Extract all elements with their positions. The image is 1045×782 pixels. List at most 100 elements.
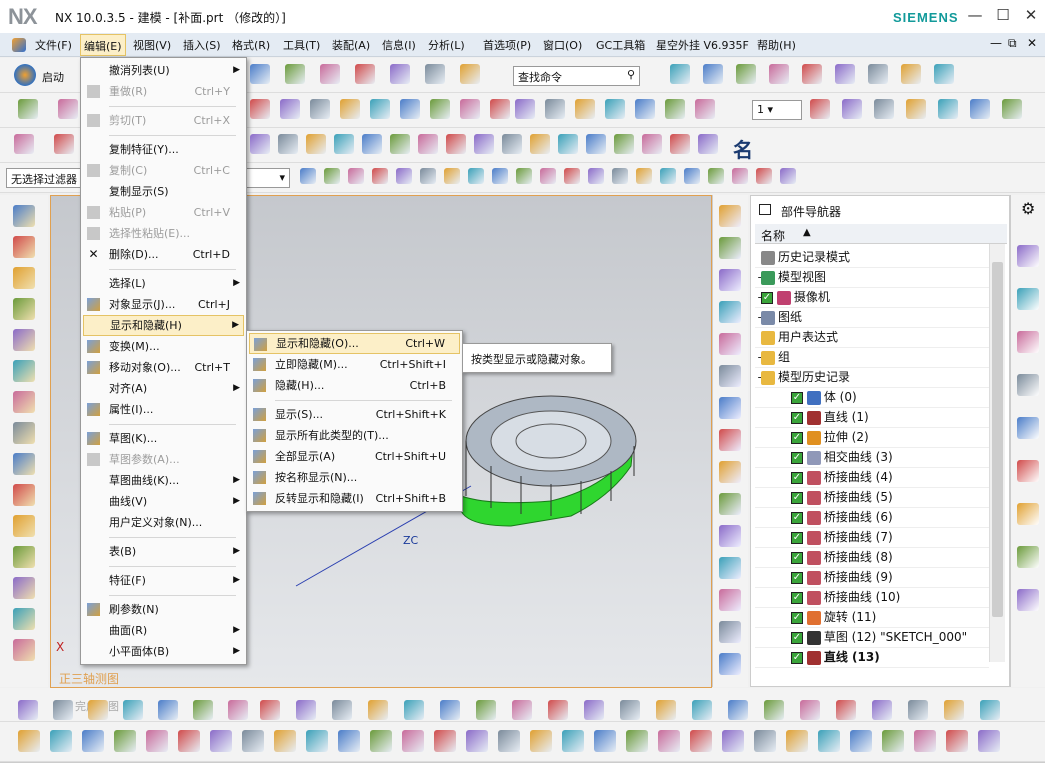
toolbar-tool-icon[interactable] bbox=[250, 99, 270, 119]
toolbar-tool-icon[interactable] bbox=[306, 134, 326, 154]
toolbar-tool-icon[interactable] bbox=[460, 64, 480, 84]
menu-item[interactable]: 表(B)▶ bbox=[83, 541, 244, 562]
tree-node[interactable]: ✓ 直线 (1) bbox=[755, 408, 989, 428]
toolbar-tool-icon[interactable] bbox=[515, 99, 535, 119]
toolbar-tool-icon[interactable] bbox=[872, 700, 892, 720]
resource-tool-icon[interactable] bbox=[13, 329, 35, 351]
toolbar-tool-icon[interactable] bbox=[300, 168, 316, 184]
menu-item[interactable]: 小平面体(B)▶ bbox=[83, 641, 244, 662]
command-finder-input[interactable]: 查找命令⚲ bbox=[513, 66, 640, 86]
toolbar-tool-icon[interactable] bbox=[82, 730, 104, 752]
toolbar-tool-icon[interactable] bbox=[708, 168, 724, 184]
toolbar-tool-icon[interactable] bbox=[944, 700, 964, 720]
toolbar-tool-icon[interactable] bbox=[670, 64, 690, 84]
resource-tool-icon[interactable] bbox=[13, 360, 35, 382]
tree-node[interactable]: ✓ 直线 (13) bbox=[755, 648, 989, 668]
toolbar-tool-icon[interactable] bbox=[882, 730, 904, 752]
toolbar-tool-icon[interactable] bbox=[722, 730, 744, 752]
toolbar-tool-icon[interactable] bbox=[158, 700, 178, 720]
toolbar-tool-icon[interactable] bbox=[698, 134, 718, 154]
toolbar-tool-icon[interactable] bbox=[490, 99, 510, 119]
toolbar-tool-icon[interactable] bbox=[692, 700, 712, 720]
toolbar-tool-icon[interactable] bbox=[934, 64, 954, 84]
view-tool-icon[interactable] bbox=[719, 653, 741, 675]
resource-tab-icon[interactable] bbox=[1017, 589, 1039, 611]
menu-11[interactable]: GC工具箱 bbox=[596, 37, 645, 53]
scope-select[interactable]: ▾ bbox=[246, 168, 290, 188]
resource-tool-icon[interactable] bbox=[13, 515, 35, 537]
view-tool-icon[interactable] bbox=[719, 493, 741, 515]
toolbar-tool-icon[interactable] bbox=[636, 168, 652, 184]
toolbar-tool-icon[interactable] bbox=[1002, 99, 1022, 119]
menu-item[interactable]: 复制显示(S) bbox=[83, 181, 244, 202]
resource-tab-icon[interactable] bbox=[1017, 331, 1039, 353]
toolbar-tool-icon[interactable] bbox=[54, 134, 74, 154]
view-tool-icon[interactable] bbox=[719, 557, 741, 579]
toolbar-tool-icon[interactable] bbox=[338, 730, 360, 752]
toolbar-tool-icon[interactable] bbox=[874, 99, 894, 119]
toolbar-tool-icon[interactable] bbox=[404, 700, 424, 720]
menu-item[interactable]: 移动对象(O)...Ctrl+T bbox=[83, 357, 244, 378]
menu-item[interactable]: 立即隐藏(M)...Ctrl+Shift+I bbox=[249, 354, 460, 375]
toolbar-tool-icon[interactable] bbox=[605, 99, 625, 119]
resource-tab-icon[interactable] bbox=[1017, 546, 1039, 568]
view-tool-icon[interactable] bbox=[719, 397, 741, 419]
toolbar-tool-icon[interactable] bbox=[14, 134, 34, 154]
menu-item[interactable]: 显示和隐藏(H)▶ bbox=[83, 315, 244, 336]
toolbar-tool-icon[interactable] bbox=[530, 730, 552, 752]
visibility-checkbox[interactable]: ✓ bbox=[791, 572, 803, 584]
menu-item[interactable]: 刷参数(N) bbox=[83, 599, 244, 620]
menu-item[interactable]: 复制(C)Ctrl+C bbox=[83, 160, 244, 181]
visibility-checkbox[interactable]: ✓ bbox=[791, 392, 803, 404]
toolbar-tool-icon[interactable] bbox=[370, 99, 390, 119]
view-tool-icon[interactable] bbox=[719, 205, 741, 227]
toolbar-tool-icon[interactable] bbox=[53, 700, 73, 720]
toolbar-tool-icon[interactable] bbox=[665, 99, 685, 119]
resource-tool-icon[interactable] bbox=[13, 484, 35, 506]
start-icon[interactable] bbox=[14, 64, 36, 86]
toolbar-tool-icon[interactable] bbox=[348, 168, 364, 184]
toolbar-tool-icon[interactable] bbox=[588, 168, 604, 184]
resource-tool-icon[interactable] bbox=[13, 298, 35, 320]
tree-node[interactable]: −模型历史记录 bbox=[755, 368, 989, 388]
toolbar-tool-icon[interactable] bbox=[250, 134, 270, 154]
toolbar-tool-icon[interactable] bbox=[340, 99, 360, 119]
toolbar-tool-icon[interactable] bbox=[434, 730, 456, 752]
tree-node[interactable]: +图纸 bbox=[755, 308, 989, 328]
column-header-name[interactable]: 名称 ▲ bbox=[755, 224, 1007, 244]
toolbar-tool-icon[interactable] bbox=[764, 700, 784, 720]
menu-2[interactable]: 视图(V) bbox=[133, 37, 171, 53]
menu-8[interactable]: 分析(L) bbox=[428, 37, 465, 53]
tree-node[interactable]: ✓ 拉伸 (2) bbox=[755, 428, 989, 448]
navigator-pin-icon[interactable] bbox=[759, 204, 771, 215]
toolbar-tool-icon[interactable] bbox=[584, 700, 604, 720]
view-tool-icon[interactable] bbox=[719, 461, 741, 483]
toolbar-tool-icon[interactable] bbox=[835, 64, 855, 84]
toolbar-tool-icon[interactable] bbox=[18, 700, 38, 720]
toolbar-tool-icon[interactable] bbox=[594, 730, 616, 752]
visibility-checkbox[interactable]: ✓ bbox=[791, 432, 803, 444]
toolbar-tool-icon[interactable] bbox=[355, 64, 375, 84]
toolbar-tool-icon[interactable] bbox=[18, 730, 40, 752]
toolbar-tool-icon[interactable] bbox=[418, 134, 438, 154]
toolbar-tool-icon[interactable] bbox=[18, 99, 38, 119]
tree-node[interactable]: ✓ 桥接曲线 (8) bbox=[755, 548, 989, 568]
menu-item[interactable]: 显示所有此类型的(T)... bbox=[249, 425, 460, 446]
toolbar-tool-icon[interactable] bbox=[114, 730, 136, 752]
view-tool-icon[interactable] bbox=[719, 621, 741, 643]
toolbar-tool-icon[interactable] bbox=[540, 168, 556, 184]
toolbar-tool-icon[interactable] bbox=[836, 700, 856, 720]
resource-tab-icon[interactable] bbox=[1017, 288, 1039, 310]
tree-node[interactable]: ✓ 桥接曲线 (9) bbox=[755, 568, 989, 588]
toolbar-tool-icon[interactable] bbox=[502, 134, 522, 154]
toolbar-tool-icon[interactable] bbox=[50, 730, 72, 752]
toolbar-tool-icon[interactable] bbox=[296, 700, 316, 720]
toolbar-tool-icon[interactable] bbox=[670, 134, 690, 154]
view-tool-icon[interactable] bbox=[719, 365, 741, 387]
doc-restore-button[interactable]: ⧉ bbox=[1008, 36, 1017, 51]
visibility-checkbox[interactable]: ✓ bbox=[761, 292, 773, 304]
menu-item[interactable]: 草图曲线(K)...▶ bbox=[83, 470, 244, 491]
doc-minimize-button[interactable]: — bbox=[990, 36, 1002, 50]
toolbar-tool-icon[interactable] bbox=[562, 730, 584, 752]
toolbar-tool-icon[interactable] bbox=[123, 700, 143, 720]
